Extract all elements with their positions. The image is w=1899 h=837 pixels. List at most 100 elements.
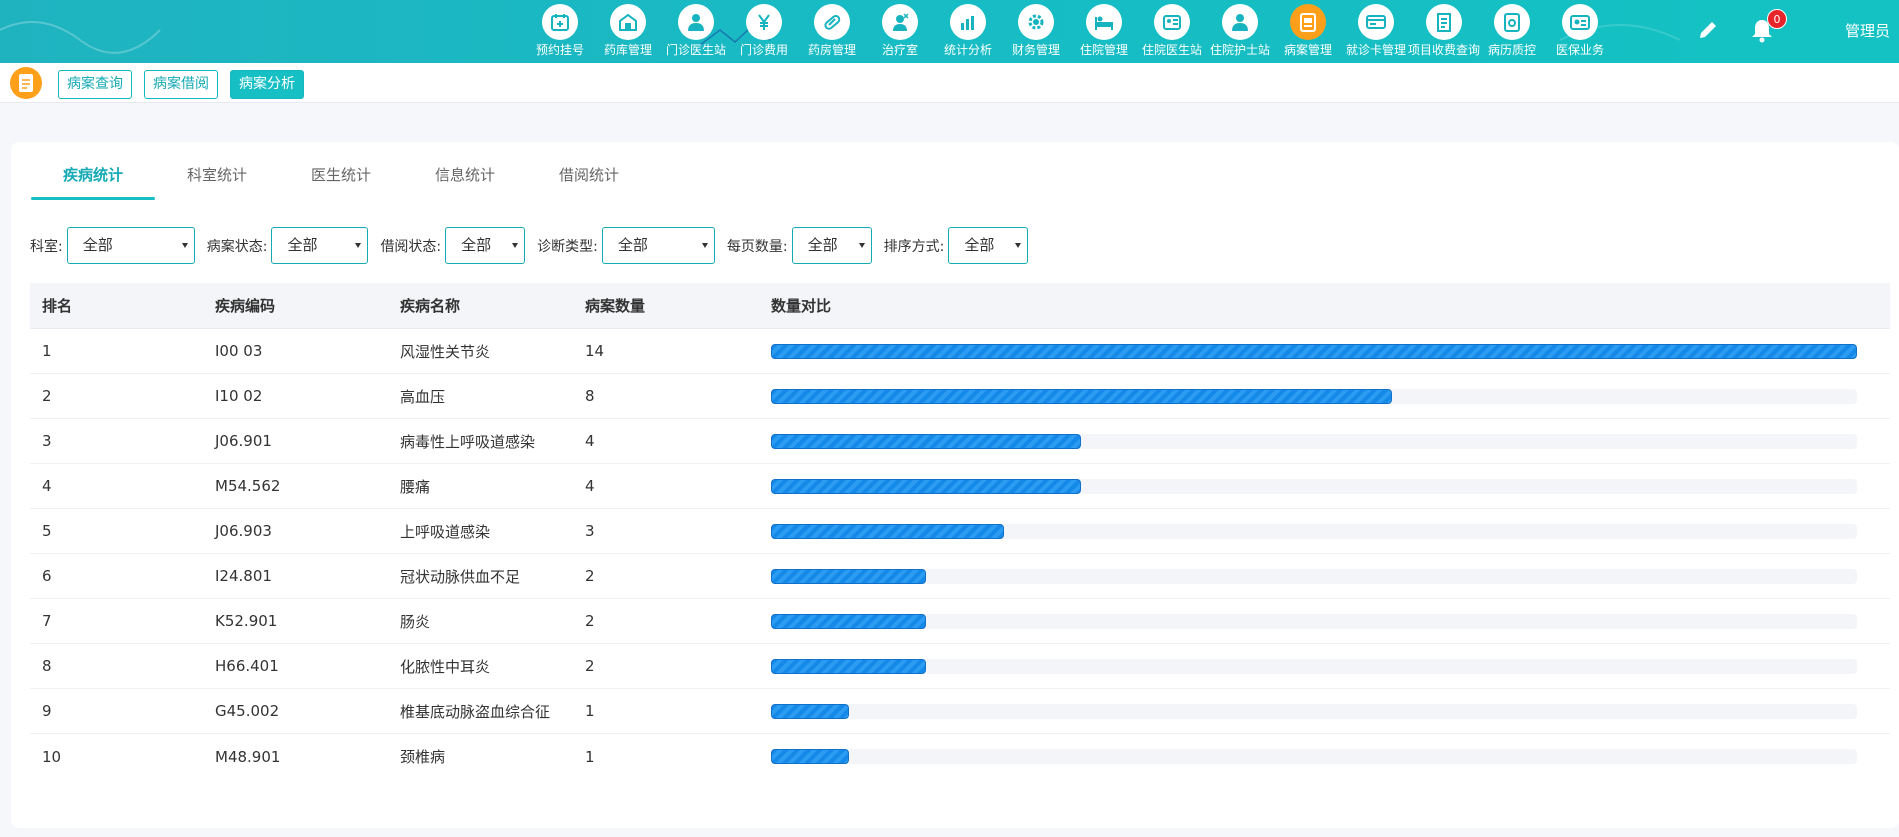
- table-row: 1 I00 03 风湿性关节炎 14: [30, 329, 1890, 374]
- borrow-status-select[interactable]: 全部: [445, 227, 526, 264]
- user-menu[interactable]: 管理员: [1845, 20, 1890, 41]
- nav-item-pill[interactable]: 药房管理: [798, 4, 866, 60]
- name-cell: 上呼吸道感染: [400, 522, 491, 541]
- nav-item-label: 门诊医生站: [665, 43, 726, 57]
- sub-nav-bar: 病案查询 病案借阅 病案分析: [0, 63, 1899, 103]
- department-select[interactable]: 全部: [66, 227, 195, 264]
- code-cell: G45.002: [215, 702, 280, 720]
- edit-icon[interactable]: [1696, 18, 1720, 42]
- comparison-cell: [771, 568, 1857, 584]
- table-row: 4 M54.562 腰痛 4: [30, 464, 1890, 509]
- rank-cell: 2: [42, 387, 52, 405]
- comparison-bar-track: [771, 703, 1857, 719]
- page-size-select-value: 全部: [807, 236, 838, 254]
- nav-item-card[interactable]: 就诊卡管理: [1342, 4, 1410, 60]
- nav-item-label: 病案管理: [1283, 43, 1332, 57]
- nav-item-label: 就诊卡管理: [1345, 43, 1406, 57]
- bed-icon: [1086, 4, 1122, 40]
- tab-disease-stats[interactable]: 疾病统计: [31, 160, 155, 200]
- chevron-down-icon: [858, 243, 865, 248]
- column-header-code: 疾病编码: [215, 297, 276, 315]
- department-select-value: 全部: [82, 236, 113, 254]
- nav-item-nurse[interactable]: 治疗室: [866, 4, 934, 60]
- diagnosis-type-select[interactable]: 全部: [601, 227, 715, 264]
- table-row: 5 J06.903 上呼吸道感染 3: [30, 509, 1890, 554]
- tab-info-stats[interactable]: 信息统计: [403, 160, 527, 192]
- code-cell: I10 02: [215, 387, 263, 405]
- doctor-icon: [678, 4, 714, 40]
- filter-label-record-status: 病案状态:: [206, 238, 268, 255]
- count-cell: 1: [585, 702, 595, 720]
- comparison-bar: [771, 613, 927, 629]
- record-status-select[interactable]: 全部: [271, 227, 369, 264]
- nav-item-chart[interactable]: 统计分析: [934, 4, 1002, 60]
- filter-label-page-size: 每页数量:: [726, 238, 788, 255]
- nav-item-label: 财务管理: [1011, 43, 1060, 57]
- count-cell: 14: [585, 342, 605, 360]
- comparison-bar-track: [771, 343, 1857, 359]
- nav-item-doctor-card[interactable]: 住院医生站: [1138, 4, 1206, 60]
- nav-item-warehouse[interactable]: 药库管理: [594, 4, 662, 60]
- disease-stats-table: 排名 疾病编码 疾病名称 病案数量 数量对比 1 I00 03 风湿性关节炎 14 2 I…: [30, 283, 1890, 779]
- comparison-bar: [771, 478, 1082, 494]
- comparison-bar: [771, 343, 1857, 359]
- comparison-cell: [771, 388, 1857, 404]
- code-cell: K52.901: [215, 612, 278, 630]
- comparison-bar-track: [771, 749, 1857, 764]
- document-icon: [10, 67, 42, 99]
- sort-select[interactable]: 全部: [948, 227, 1029, 264]
- nav-item-gear-coin[interactable]: 财务管理: [1002, 4, 1070, 60]
- table-row: 6 I24.801 冠状动脉供血不足 2: [30, 554, 1890, 599]
- record-status-select-value: 全部: [287, 236, 318, 254]
- code-cell: M48.901: [215, 747, 281, 766]
- comparison-cell: [771, 478, 1857, 494]
- comparison-cell: [771, 749, 1857, 764]
- nav-item-label: 门诊费用: [739, 43, 788, 57]
- comparison-cell: [771, 658, 1857, 674]
- nav-item-receipt[interactable]: 项目收费查询: [1408, 4, 1481, 60]
- nav-item-label: 药库管理: [603, 43, 652, 57]
- nav-item-nurse-station[interactable]: 住院护士站: [1206, 4, 1274, 60]
- pill-icon: [814, 4, 850, 40]
- tab-department-stats[interactable]: 科室统计: [155, 160, 279, 192]
- tab-borrow-stats[interactable]: 借阅统计: [527, 160, 651, 192]
- nav-item-doctor[interactable]: 门诊医生站: [662, 4, 730, 60]
- comparison-bar-track: [771, 658, 1857, 674]
- comparison-bar-track: [771, 433, 1857, 449]
- nav-item-label: 医保业务: [1555, 43, 1604, 57]
- code-cell: H66.401: [215, 657, 279, 675]
- top-navbar: 预约挂号 药库管理 门诊医生站 门诊费用 药房管理 治疗室 统计分析 财务管理 住院管理 住院医生…: [0, 0, 1899, 63]
- subtab-record-borrow[interactable]: 病案借阅: [144, 70, 218, 99]
- chevron-down-icon: [181, 243, 188, 248]
- main-nav: 预约挂号 药库管理 门诊医生站 门诊费用 药房管理 治疗室 统计分析 财务管理 住院管理 住院医生…: [526, 4, 1614, 60]
- rank-cell: 1: [42, 342, 52, 360]
- nav-item-calendar-plus[interactable]: 预约挂号: [526, 4, 594, 60]
- name-cell: 冠状动脉供血不足: [400, 567, 521, 586]
- filter-label-diagnosis-type: 诊断类型:: [537, 238, 598, 255]
- nav-item-insurance[interactable]: 医保业务: [1546, 4, 1614, 60]
- name-cell: 化脓性中耳炎: [400, 657, 491, 676]
- code-cell: J06.903: [215, 522, 272, 540]
- comparison-bar-track: [771, 478, 1857, 494]
- count-cell: 2: [585, 567, 595, 585]
- page-size-select[interactable]: 全部: [791, 227, 872, 264]
- nav-item-label: 项目收费查询: [1408, 43, 1481, 57]
- table-row: 8 H66.401 化脓性中耳炎 2: [30, 644, 1890, 689]
- name-cell: 颈椎病: [400, 748, 446, 766]
- comparison-bar: [771, 433, 1082, 449]
- nav-item-quality[interactable]: 病历质控: [1478, 4, 1546, 60]
- subtab-record-analysis[interactable]: 病案分析: [230, 70, 304, 99]
- nav-item-yuan[interactable]: 门诊费用: [730, 4, 798, 60]
- sort-select-value: 全部: [964, 236, 995, 254]
- nav-item-record[interactable]: 病案管理: [1274, 4, 1342, 60]
- nav-item-label: 药房管理: [807, 43, 856, 57]
- tab-doctor-stats[interactable]: 医生统计: [279, 160, 403, 192]
- subtab-record-query[interactable]: 病案查询: [58, 70, 132, 99]
- code-cell: I24.801: [215, 567, 272, 585]
- filter-label-sort: 排序方式:: [883, 238, 945, 255]
- comparison-bar: [771, 568, 927, 584]
- comparison-cell: [771, 343, 1857, 359]
- card-icon: [1358, 4, 1394, 40]
- column-header-rank: 排名: [42, 297, 73, 315]
- nav-item-bed[interactable]: 住院管理: [1070, 4, 1138, 60]
